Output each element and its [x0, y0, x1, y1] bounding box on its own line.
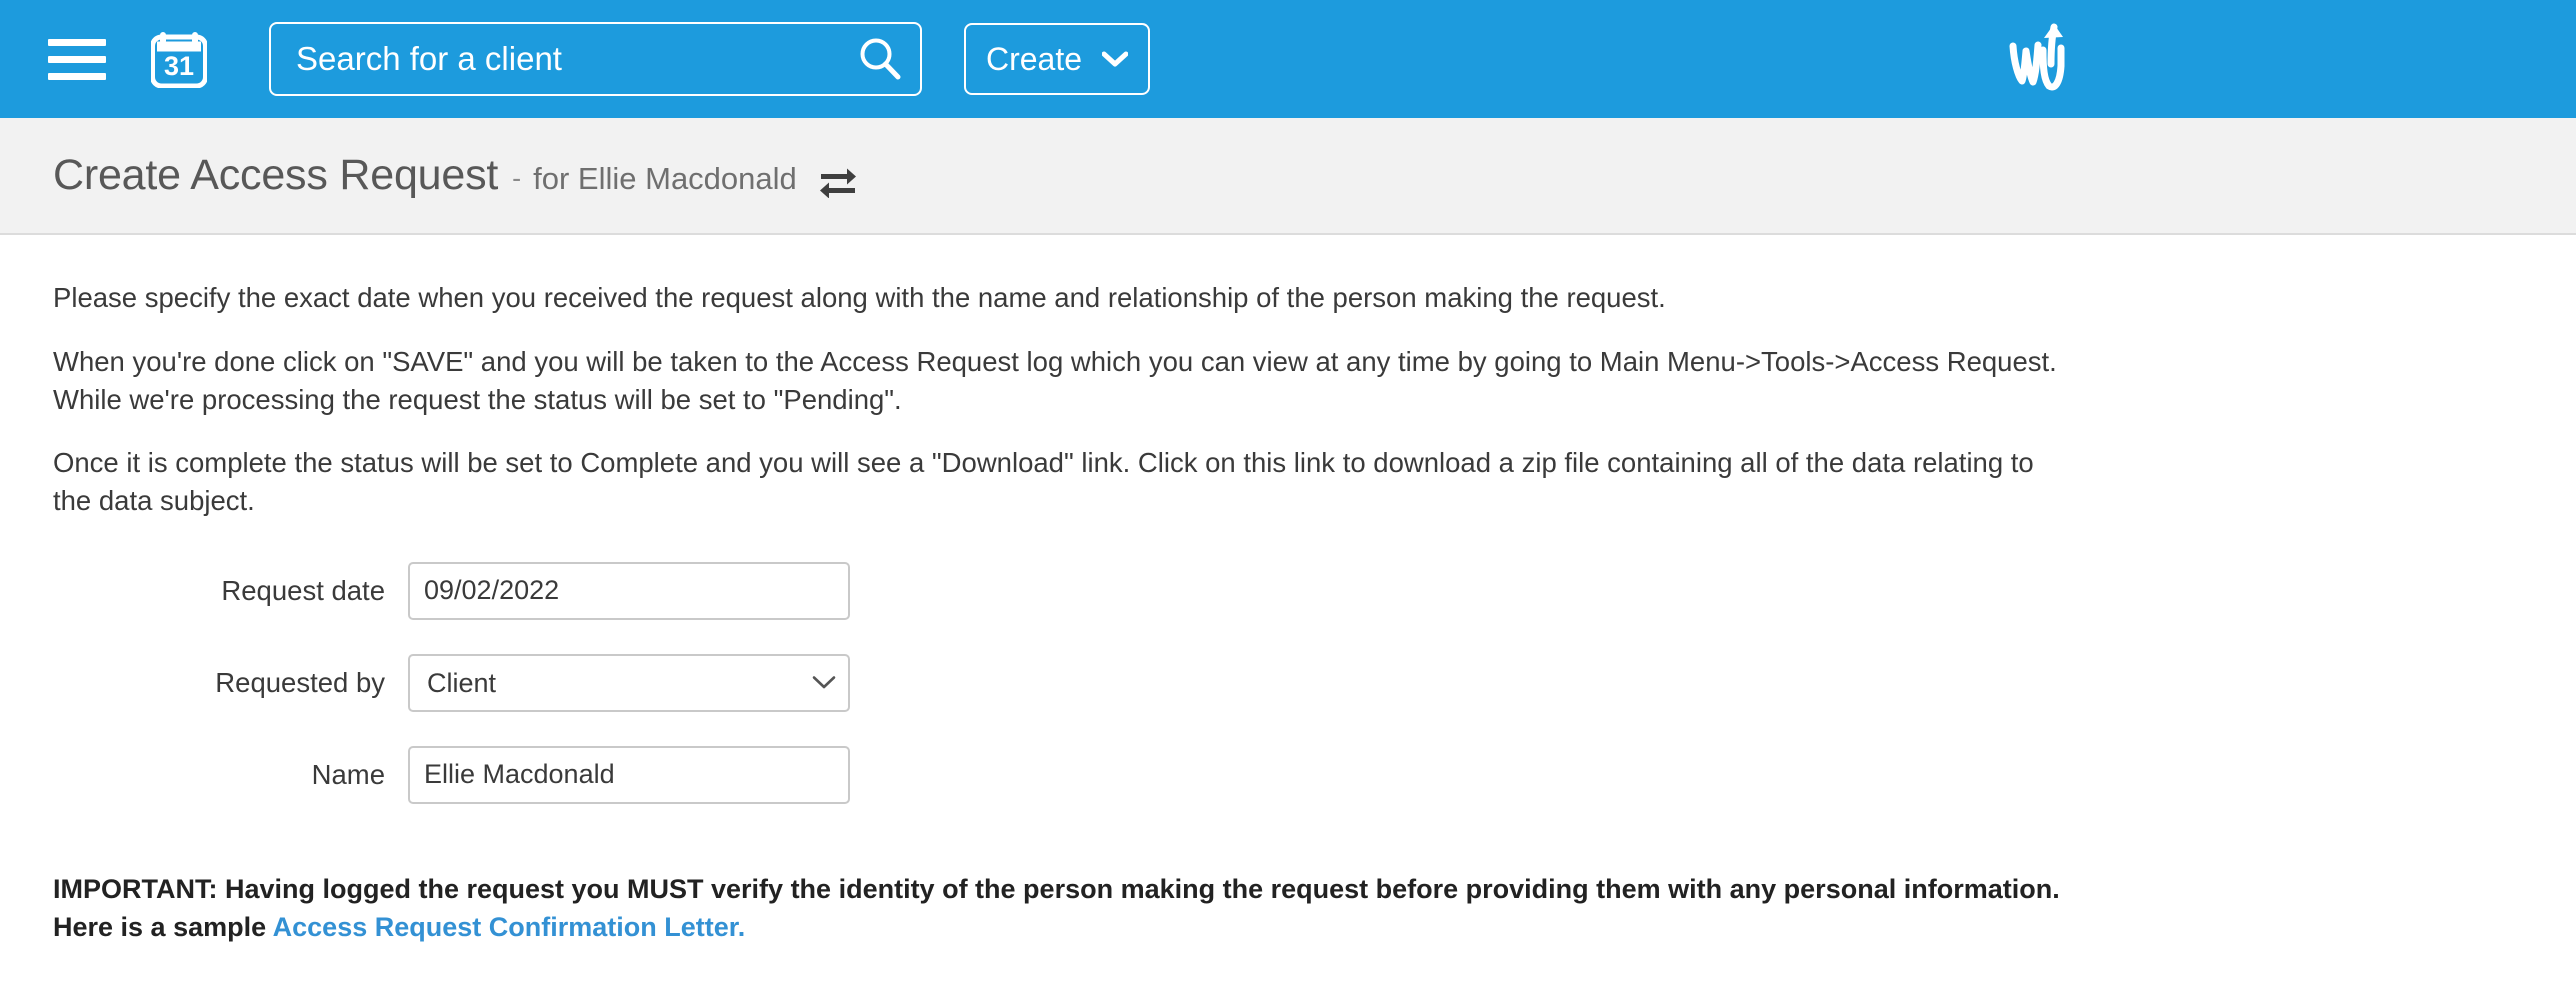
requested-by-label: Requested by — [53, 667, 408, 699]
swap-arrows-icon[interactable] — [817, 164, 859, 198]
create-button-label: Create — [986, 41, 1082, 78]
requested-by-select-wrapper[interactable]: ClientSolicitorRelativeOther — [408, 654, 850, 712]
instruction-paragraph-2: When you're done click on "SAVE" and you… — [53, 343, 2063, 419]
important-notice-line-2: Here is a sample Access Request Confirma… — [53, 908, 2576, 946]
name-label: Name — [53, 759, 408, 791]
title-separator: - — [512, 163, 521, 194]
hamburger-menu-icon[interactable] — [48, 37, 106, 81]
calendar-day-label: 31 — [164, 51, 194, 81]
calendar-icon[interactable]: 31 — [151, 30, 207, 88]
hamburger-bar — [48, 56, 106, 63]
important-notice-line-1: IMPORTANT: Having logged the request you… — [53, 870, 2576, 908]
hamburger-bar — [48, 39, 106, 46]
page-title: Create Access Request — [53, 151, 498, 200]
create-button[interactable]: Create — [964, 23, 1150, 95]
page-title-bar: Create Access Request - for Ellie Macdon… — [0, 118, 2576, 235]
app-header-bar: 31 Create — [0, 0, 2576, 118]
important-notice: IMPORTANT: Having logged the request you… — [53, 870, 2576, 947]
name-input[interactable] — [408, 746, 850, 804]
main-content: Please specify the exact date when you r… — [0, 235, 2576, 946]
request-date-input[interactable] — [408, 562, 850, 620]
important-notice-prefix: Here is a sample — [53, 912, 273, 942]
form-row-name: Name — [53, 746, 2576, 804]
requested-by-select[interactable]: ClientSolicitorRelativeOther — [408, 654, 850, 712]
access-request-form: Request date Requested by ClientSolicito… — [53, 562, 2576, 804]
wu-logo-icon[interactable] — [2005, 18, 2083, 102]
client-search-box[interactable] — [269, 22, 922, 96]
hamburger-bar — [48, 73, 106, 80]
search-icon[interactable] — [856, 35, 904, 83]
search-input[interactable] — [296, 40, 856, 78]
page-subtitle-client: for Ellie Macdonald — [533, 161, 797, 197]
form-row-request-date: Request date — [53, 562, 2576, 620]
instruction-paragraph-1: Please specify the exact date when you r… — [53, 279, 2063, 317]
instruction-paragraph-3: Once it is complete the status will be s… — [53, 444, 2063, 520]
access-request-confirmation-letter-link[interactable]: Access Request Confirmation Letter. — [273, 912, 746, 942]
request-date-label: Request date — [53, 575, 408, 607]
form-row-requested-by: Requested by ClientSolicitorRelativeOthe… — [53, 654, 2576, 712]
chevron-down-icon — [1102, 51, 1128, 67]
